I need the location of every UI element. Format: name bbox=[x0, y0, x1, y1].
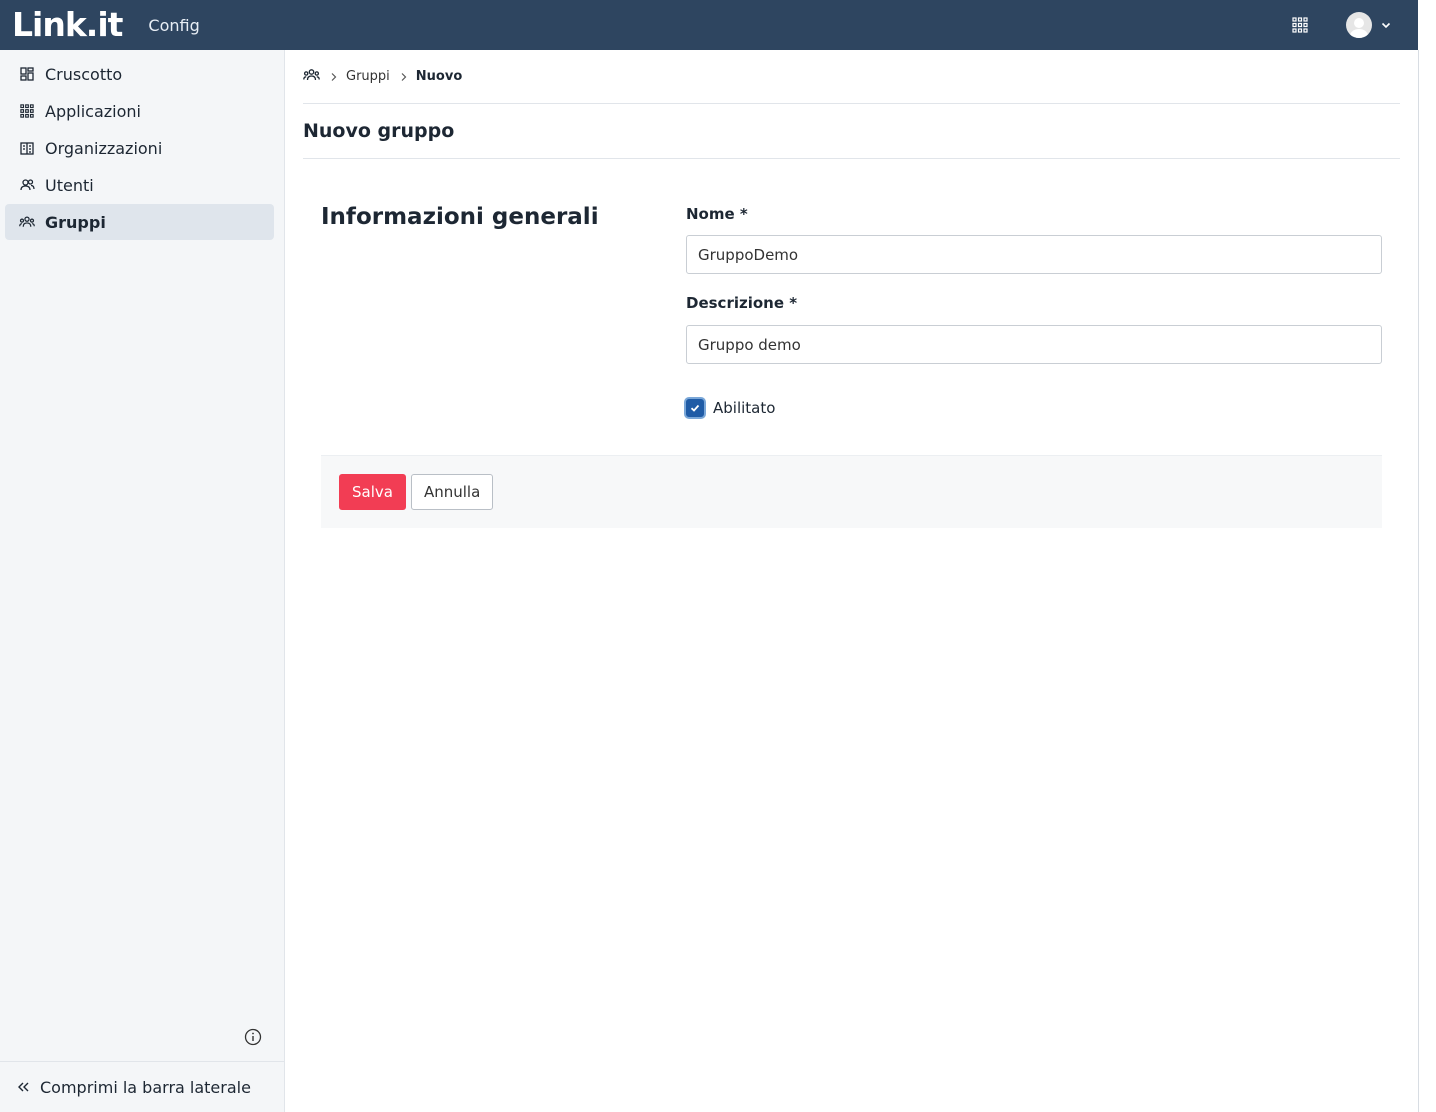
breadcrumb: Gruppi Nuovo bbox=[303, 50, 1400, 104]
user-avatar-icon bbox=[1346, 12, 1372, 38]
sidebar-item-applicazioni[interactable]: Applicazioni bbox=[5, 93, 274, 129]
description-label: Descrizione * bbox=[686, 294, 798, 312]
groups-icon bbox=[19, 214, 35, 230]
double-chevron-left-icon bbox=[16, 1080, 30, 1094]
chevron-right-icon bbox=[330, 72, 338, 82]
top-bar: Link.it Config bbox=[0, 0, 1418, 50]
sidebar-item-label: Applicazioni bbox=[45, 101, 141, 121]
dashboard-icon bbox=[19, 66, 35, 82]
section-title: Informazioni generali bbox=[321, 204, 599, 230]
checkmark-icon bbox=[690, 404, 700, 412]
sidebar-item-cruscotto[interactable]: Cruscotto bbox=[5, 56, 274, 92]
sidebar-nav: Cruscotto Applicazioni Organizzazioni Ut… bbox=[0, 50, 284, 240]
name-input[interactable] bbox=[686, 235, 1382, 274]
chevron-right-icon bbox=[400, 72, 408, 82]
apps-grid-icon bbox=[19, 103, 35, 119]
sidebar-item-label: Organizzazioni bbox=[45, 138, 163, 158]
sidebar-item-label: Utenti bbox=[45, 175, 94, 195]
form-actions: Salva Annulla bbox=[321, 455, 1382, 528]
user-menu-button[interactable] bbox=[1346, 12, 1392, 38]
page-title: Nuovo gruppo bbox=[303, 104, 1400, 159]
sidebar-item-label: Cruscotto bbox=[45, 64, 123, 84]
main-content: Gruppi Nuovo Nuovo gruppo Informazioni g… bbox=[303, 50, 1400, 529]
info-icon bbox=[244, 1028, 262, 1046]
breadcrumb-gruppi[interactable]: Gruppi bbox=[346, 69, 390, 84]
users-icon bbox=[19, 177, 35, 193]
breadcrumb-home-groups-icon[interactable] bbox=[303, 68, 320, 86]
sidebar-item-label: Gruppi bbox=[45, 212, 106, 232]
collapse-sidebar-label: Comprimi la barra laterale bbox=[40, 1077, 251, 1097]
description-input[interactable] bbox=[686, 325, 1382, 364]
sidebar-item-organizzazioni[interactable]: Organizzazioni bbox=[5, 130, 274, 166]
sidebar-item-utenti[interactable]: Utenti bbox=[5, 167, 274, 203]
sidebar-item-gruppi[interactable]: Gruppi bbox=[5, 204, 274, 240]
chevron-down-icon bbox=[1380, 19, 1392, 31]
enabled-checkbox-row[interactable]: Abilitato bbox=[684, 397, 775, 419]
enabled-checkbox[interactable] bbox=[684, 397, 706, 419]
cancel-button[interactable]: Annulla bbox=[410, 474, 494, 510]
enabled-label: Abilitato bbox=[713, 399, 776, 417]
breadcrumb-current: Nuovo bbox=[415, 69, 463, 84]
logo[interactable]: Link.it bbox=[12, 0, 123, 50]
collapse-sidebar-button[interactable]: Comprimi la barra laterale bbox=[0, 1061, 284, 1112]
app-window: Link.it Config Cruscotto Applicazioni Or… bbox=[0, 0, 1436, 1112]
app-name: Config bbox=[148, 15, 200, 35]
apps-grid-icon bbox=[1292, 17, 1308, 33]
window-right-border bbox=[1418, 50, 1419, 1112]
info-button[interactable] bbox=[244, 1028, 262, 1046]
apps-menu-button[interactable] bbox=[1288, 13, 1312, 37]
name-label: Nome * bbox=[686, 205, 748, 223]
sidebar: Cruscotto Applicazioni Organizzazioni Ut… bbox=[0, 50, 285, 1112]
building-icon bbox=[19, 140, 35, 156]
save-button[interactable]: Salva bbox=[339, 474, 406, 510]
